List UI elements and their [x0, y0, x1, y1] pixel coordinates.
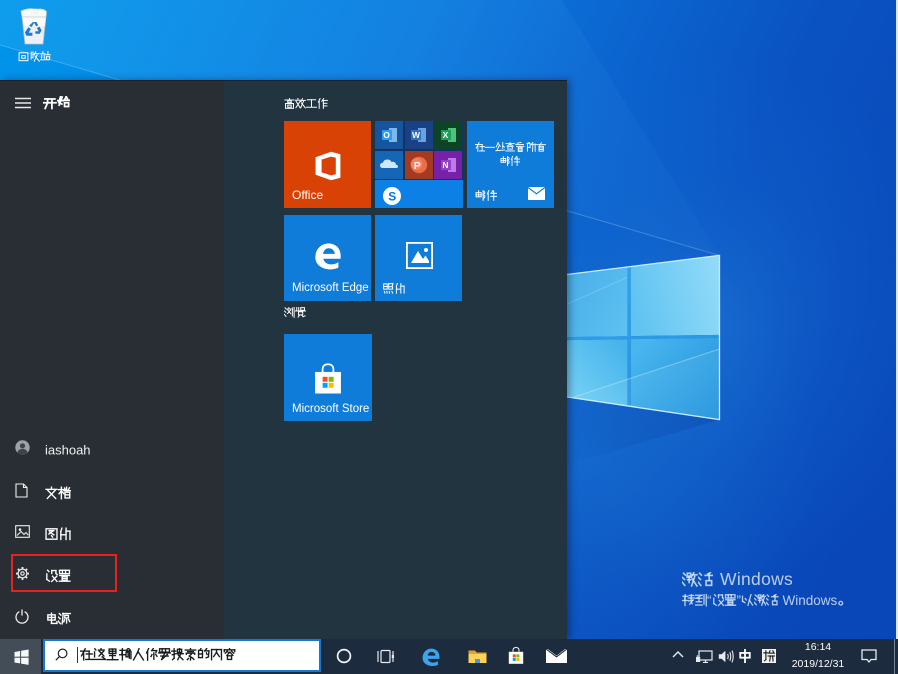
svg-text:S: S: [388, 189, 396, 203]
svg-text:P: P: [413, 160, 420, 172]
